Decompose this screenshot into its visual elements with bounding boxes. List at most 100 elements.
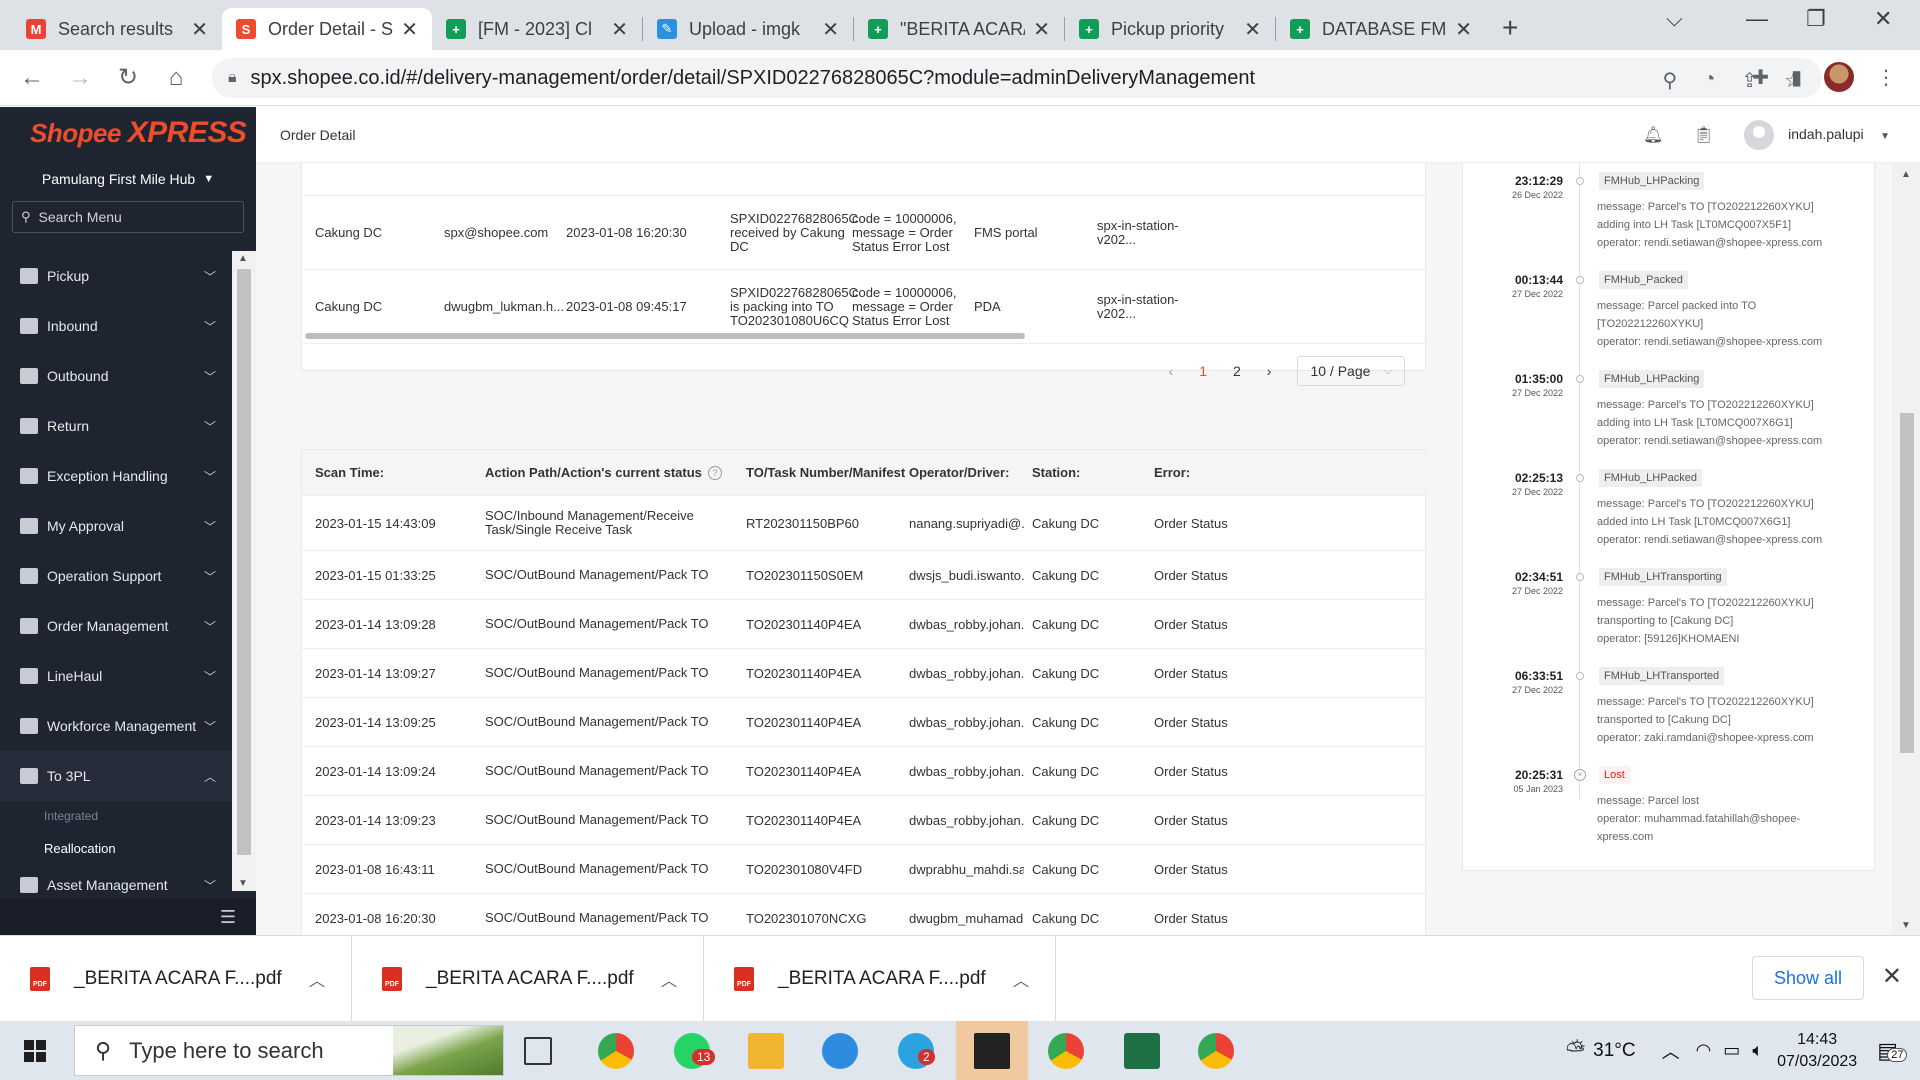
- chevron-up-icon[interactable]: ︿: [1662, 1038, 1680, 1064]
- chat-icon[interactable]: [822, 1033, 858, 1069]
- chrome-icon[interactable]: [598, 1033, 634, 1069]
- url-text[interactable]: spx.shopee.co.id/#/delivery-management/o…: [251, 67, 1255, 90]
- collapse-menu-icon[interactable]: ☰: [220, 907, 236, 928]
- new-tab-icon[interactable]: +: [1502, 12, 1518, 44]
- zoom-icon[interactable]: ⚲: [1663, 68, 1678, 93]
- cell-error: Order Status: [1154, 910, 1228, 926]
- downloads-bar: PDF _BERITA ACARA F....pdf ︿ PDF _BERITA…: [0, 935, 1920, 1022]
- close-tab-icon[interactable]: ✕: [1244, 17, 1261, 42]
- browser-tab[interactable]: M Search results ✕: [12, 8, 222, 50]
- scroll-up-icon[interactable]: ▲: [1901, 169, 1911, 180]
- hub-selector[interactable]: Pamulang First Mile Hub ▼: [0, 159, 256, 199]
- windows-start-icon[interactable]: [24, 1040, 46, 1062]
- sidebar-item-exception-handling[interactable]: Exception Handling ﹀: [0, 451, 232, 501]
- sidebar-item-return[interactable]: Return ﹀: [0, 401, 232, 451]
- restore-icon[interactable]: ❐: [1806, 6, 1826, 32]
- notifications-icon[interactable]: ▤27: [1877, 1038, 1908, 1064]
- cell-error: Order Status: [1154, 861, 1228, 877]
- weather-icon[interactable]: ⛅︎: [1566, 1037, 1585, 1065]
- browser-tab[interactable]: + DATABASE FM ✕: [1276, 8, 1486, 50]
- next-page-icon[interactable]: ›: [1267, 363, 1272, 379]
- tab-search-chevron-icon[interactable]: ⌵: [1666, 6, 1683, 32]
- menu-kebab-icon[interactable]: ⋮: [1876, 65, 1896, 90]
- browser-tab[interactable]: ✎ Upload - imgk ✕: [643, 8, 853, 50]
- cell-action-path: SOC/OutBound Management/Pack TO: [485, 714, 709, 729]
- lock-icon[interactable]: 🔒︎: [228, 69, 237, 87]
- shopee-xpress-logo[interactable]: Shopee XPRESS: [0, 107, 256, 159]
- forward-icon[interactable]: →: [58, 64, 102, 92]
- minimize-icon[interactable]: —: [1746, 6, 1768, 32]
- chevron-up-icon[interactable]: ︿: [309, 967, 325, 991]
- taskbar-search-input[interactable]: ⚲ Type here to search: [74, 1025, 504, 1076]
- excel-icon[interactable]: [1124, 1033, 1160, 1069]
- close-tab-icon[interactable]: ✕: [191, 17, 208, 42]
- bell-icon[interactable]: 🔔︎: [1643, 125, 1663, 145]
- scroll-up-icon[interactable]: ▲: [238, 253, 248, 264]
- sidebar-item-pickup[interactable]: Pickup ﹀: [0, 251, 232, 301]
- profile-avatar[interactable]: [1824, 62, 1854, 92]
- file-explorer-icon[interactable]: [748, 1033, 784, 1069]
- sidebar-item-linehaul[interactable]: LineHaul ﹀: [0, 651, 232, 701]
- chrome-profile-icon[interactable]: [1048, 1033, 1084, 1069]
- scroll-down-icon[interactable]: ▼: [238, 878, 248, 889]
- horizontal-scrollbar[interactable]: [305, 333, 1415, 339]
- sidebar-scrollbar[interactable]: ▲ ▼: [232, 251, 256, 891]
- sidebar-item-label: Asset Management: [47, 877, 168, 893]
- performance-icon[interactable]: ◔: [1703, 68, 1715, 93]
- sidebar-item-to-3pl[interactable]: To 3PL ︿: [0, 751, 232, 801]
- home-icon[interactable]: ⌂: [154, 64, 198, 92]
- chevron-up-icon[interactable]: ︿: [661, 967, 677, 991]
- sidebar-item-inbound[interactable]: Inbound ﹀: [0, 301, 232, 351]
- search-menu-input[interactable]: ⚲ Search Menu: [12, 201, 244, 233]
- clipboard-icon[interactable]: 📋︎: [1693, 125, 1713, 145]
- user-menu[interactable]: indah.palupi ▼: [1743, 119, 1890, 150]
- sidebar-item-outbound[interactable]: Outbound ﹀: [0, 351, 232, 401]
- cell-error: Order Status: [1154, 763, 1228, 779]
- close-icon[interactable]: ✕: [1882, 962, 1902, 991]
- reload-icon[interactable]: ↻: [106, 63, 150, 92]
- download-item[interactable]: PDF _BERITA ACARA F....pdf ︿: [704, 936, 1056, 1022]
- sidebar-item-order-management[interactable]: Order Management ﹀: [0, 601, 232, 651]
- close-tab-icon[interactable]: ✕: [401, 17, 418, 42]
- sidebar-item-operation-support[interactable]: Operation Support ﹀: [0, 551, 232, 601]
- battery-icon[interactable]: ▭: [1723, 1040, 1740, 1061]
- task-view-icon[interactable]: [524, 1037, 552, 1065]
- close-tab-icon[interactable]: ✕: [1455, 17, 1472, 42]
- sidebar-item-my-approval[interactable]: My Approval ﹀: [0, 501, 232, 551]
- page-scrollbar[interactable]: ▲ ▼: [1892, 163, 1920, 935]
- chevron-down-icon: ﹀: [203, 878, 216, 893]
- page-size-select[interactable]: 10 / Page ⌵: [1297, 356, 1405, 386]
- close-tab-icon[interactable]: ✕: [611, 17, 628, 42]
- column-header: TO/Task Number/Manifest: [746, 465, 906, 480]
- sidebar-item-reallocation[interactable]: Reallocation: [0, 831, 232, 865]
- show-all-button[interactable]: Show all: [1752, 956, 1864, 1000]
- page-1[interactable]: 1: [1199, 363, 1207, 379]
- close-tab-icon[interactable]: ✕: [822, 17, 839, 42]
- side-panel-icon[interactable]: ▮: [1791, 65, 1802, 90]
- browser-tab[interactable]: + Pickup priority ✕: [1065, 8, 1275, 50]
- volume-icon[interactable]: 🔈︎: [1752, 1040, 1763, 1061]
- sticky-notes-icon[interactable]: [974, 1033, 1010, 1069]
- prev-page-icon[interactable]: ‹: [1169, 363, 1174, 379]
- extensions-icon[interactable]: ✚: [1752, 65, 1769, 90]
- exception-icon: [20, 468, 38, 484]
- browser-tab[interactable]: + [FM - 2023] Cl ✕: [432, 8, 642, 50]
- column-header: Error:: [1154, 465, 1191, 480]
- download-item[interactable]: PDF _BERITA ACARA F....pdf ︿: [352, 936, 704, 1022]
- close-tab-icon[interactable]: ✕: [1033, 17, 1050, 42]
- page-2[interactable]: 2: [1233, 363, 1241, 379]
- sidebar-item-workforce-management[interactable]: Workforce Management ﹀: [0, 701, 232, 751]
- chrome-profile-icon[interactable]: [1198, 1033, 1234, 1069]
- chevron-up-icon[interactable]: ︿: [1013, 967, 1029, 991]
- weather-temp[interactable]: 31°C: [1593, 1040, 1635, 1062]
- url-bar[interactable]: 🔒︎ spx.shopee.co.id/#/delivery-managemen…: [212, 58, 1822, 98]
- close-window-icon[interactable]: ✕: [1874, 6, 1892, 32]
- wifi-icon[interactable]: ◠: [1696, 1040, 1712, 1061]
- download-item[interactable]: PDF _BERITA ACARA F....pdf ︿: [0, 936, 352, 1022]
- scroll-down-icon[interactable]: ▼: [1901, 920, 1911, 931]
- back-icon[interactable]: ←: [10, 64, 54, 92]
- help-icon[interactable]: ?: [707, 465, 722, 480]
- browser-tab[interactable]: + "BERITA ACAR/ ✕: [854, 8, 1064, 50]
- browser-tab[interactable]: S Order Detail - S ✕: [222, 8, 432, 50]
- clock[interactable]: 14:43 07/03/2023: [1777, 1029, 1857, 1073]
